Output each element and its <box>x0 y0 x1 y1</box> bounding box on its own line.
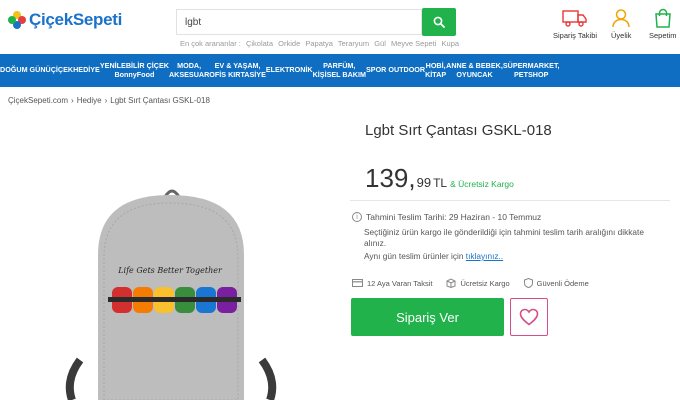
search-icon <box>433 16 445 28</box>
suggestion-link[interactable]: Çikolata <box>246 39 273 48</box>
popular-searches-label: En çok arananlar : <box>180 39 241 48</box>
category-nav: DOĞUM GÜNÜ ÇİÇEK HEDİYE YENİLEBİLİR ÇİÇEK Bo… <box>0 54 680 87</box>
suggestion-link[interactable]: Kupa <box>442 39 460 48</box>
box-icon <box>446 278 456 288</box>
nav-item[interactable]: SPOR OUTDOOR <box>366 66 425 75</box>
breadcrumb-current: Lgbt Sırt Çantası GSKL-018 <box>110 96 210 105</box>
flower-logo-icon <box>8 11 26 29</box>
breadcrumb-category[interactable]: Hediye <box>77 96 102 105</box>
delivery-date: i Tahmini Teslim Tarihi: 29 Haziran - 10… <box>352 212 541 222</box>
truck-icon <box>562 10 587 27</box>
same-day-link[interactable]: tıklayınız.. <box>466 251 503 261</box>
suggestion-link[interactable]: Orkide <box>278 39 300 48</box>
feature-free-shipping: Ücretsiz Kargo <box>446 278 510 288</box>
nav-item[interactable]: PARFÜM, KİŞİSEL BAKIM <box>313 61 366 79</box>
breadcrumb: ÇiçekSepeti.com › Hediye › Lgbt Sırt Çantası… <box>8 96 210 105</box>
nav-item[interactable]: ANNE & BEBEK, OYUNCAK <box>446 61 503 79</box>
card-icon <box>352 279 363 287</box>
shopping-bag-icon <box>654 8 671 28</box>
order-tracking-button[interactable]: Sipariş Takibi <box>553 8 597 40</box>
nav-item[interactable]: SÜPERMARKET, PETSHOP <box>503 61 560 79</box>
nav-item[interactable]: MODA, AKSESUAR <box>169 61 209 79</box>
divider <box>350 200 670 201</box>
favorite-button[interactable] <box>510 298 548 336</box>
price: 139, 99 TL & Ücretsiz Kargo <box>365 163 514 194</box>
heart-icon <box>519 308 539 326</box>
product-title: Lgbt Sırt Çantası GSKL-018 <box>365 122 552 139</box>
user-icon <box>612 9 630 28</box>
search-box <box>176 9 422 35</box>
popular-searches: En çok arananlar : Çikolata Orkide Papat… <box>180 39 462 48</box>
same-day-delivery: Aynı gün teslim ürünler için tıklayınız.… <box>364 251 503 261</box>
nav-item[interactable]: YENİLEBİLİR ÇİÇEK BonnyFood <box>100 61 169 79</box>
delivery-date-text: Tahmini Teslim Tarihi: 29 Haziran - 10 T… <box>366 212 542 222</box>
price-decimal: 99 <box>416 175 432 190</box>
shield-icon <box>523 278 533 288</box>
membership-label: Üyelik <box>611 31 632 40</box>
suggestion-link[interactable]: Gül <box>374 39 386 48</box>
order-button[interactable]: Sipariş Ver <box>351 298 504 336</box>
price-integer: 139, <box>365 163 416 193</box>
nav-item[interactable]: ELEKTRONİK <box>266 66 313 75</box>
free-cargo-label: & Ücretsiz Kargo <box>450 179 514 189</box>
nav-item[interactable]: ÇİÇEK <box>51 66 73 75</box>
same-day-text: Aynı gün teslim ürünler için <box>364 251 464 261</box>
nav-item[interactable]: HOBİ, KİTAP <box>425 61 446 79</box>
breadcrumb-separator: › <box>71 96 74 105</box>
search-input[interactable] <box>177 10 421 34</box>
backpack-image: Life Gets Better Together <box>65 189 277 400</box>
suggestion-link[interactable]: Teraryum <box>338 39 369 48</box>
delivery-note: Seçtiğiniz ürün kargo ile gönderildiği i… <box>364 227 644 248</box>
nav-item[interactable]: HEDİYE <box>73 66 100 75</box>
feature-secure-payment: Güvenli Ödeme <box>523 278 589 288</box>
logo-text: ÇiçekSepeti <box>29 10 123 29</box>
breadcrumb-home[interactable]: ÇiçekSepeti.com <box>8 96 68 105</box>
product-image[interactable]: Life Gets Better Together <box>0 115 340 400</box>
suggestion-link[interactable]: Papatya <box>305 39 333 48</box>
bag-slogan: Life Gets Better Together <box>117 266 223 275</box>
feature-free-shipping-label: Ücretsiz Kargo <box>460 278 510 288</box>
order-tracking-label: Sipariş Takibi <box>553 31 598 40</box>
info-icon: i <box>352 212 362 222</box>
cart-label: Sepetim <box>649 31 677 40</box>
search-button[interactable] <box>422 8 456 36</box>
feature-installment: 12 Aya Varan Taksit <box>352 278 432 288</box>
logo[interactable]: ÇiçekSepeti <box>8 10 122 30</box>
breadcrumb-separator: › <box>104 96 108 105</box>
membership-button[interactable]: Üyelik <box>611 8 631 40</box>
suggestion-link[interactable]: Meyve Sepeti <box>391 39 436 48</box>
nav-item[interactable]: DOĞUM GÜNÜ <box>0 66 51 75</box>
nav-item[interactable]: EV & YAŞAM, OFİS KIRTASİYE <box>209 61 266 79</box>
feature-secure-payment-label: Güvenli Ödeme <box>536 278 589 288</box>
price-currency: TL <box>433 176 448 190</box>
features: 12 Aya Varan Taksit Ücretsiz Kargo Güven… <box>352 278 603 288</box>
cart-button[interactable]: Sepetim <box>649 8 677 40</box>
header: ÇiçekSepeti En çok arananlar : Çikolata … <box>0 0 680 54</box>
feature-installment-label: 12 Aya Varan Taksit <box>367 278 433 288</box>
